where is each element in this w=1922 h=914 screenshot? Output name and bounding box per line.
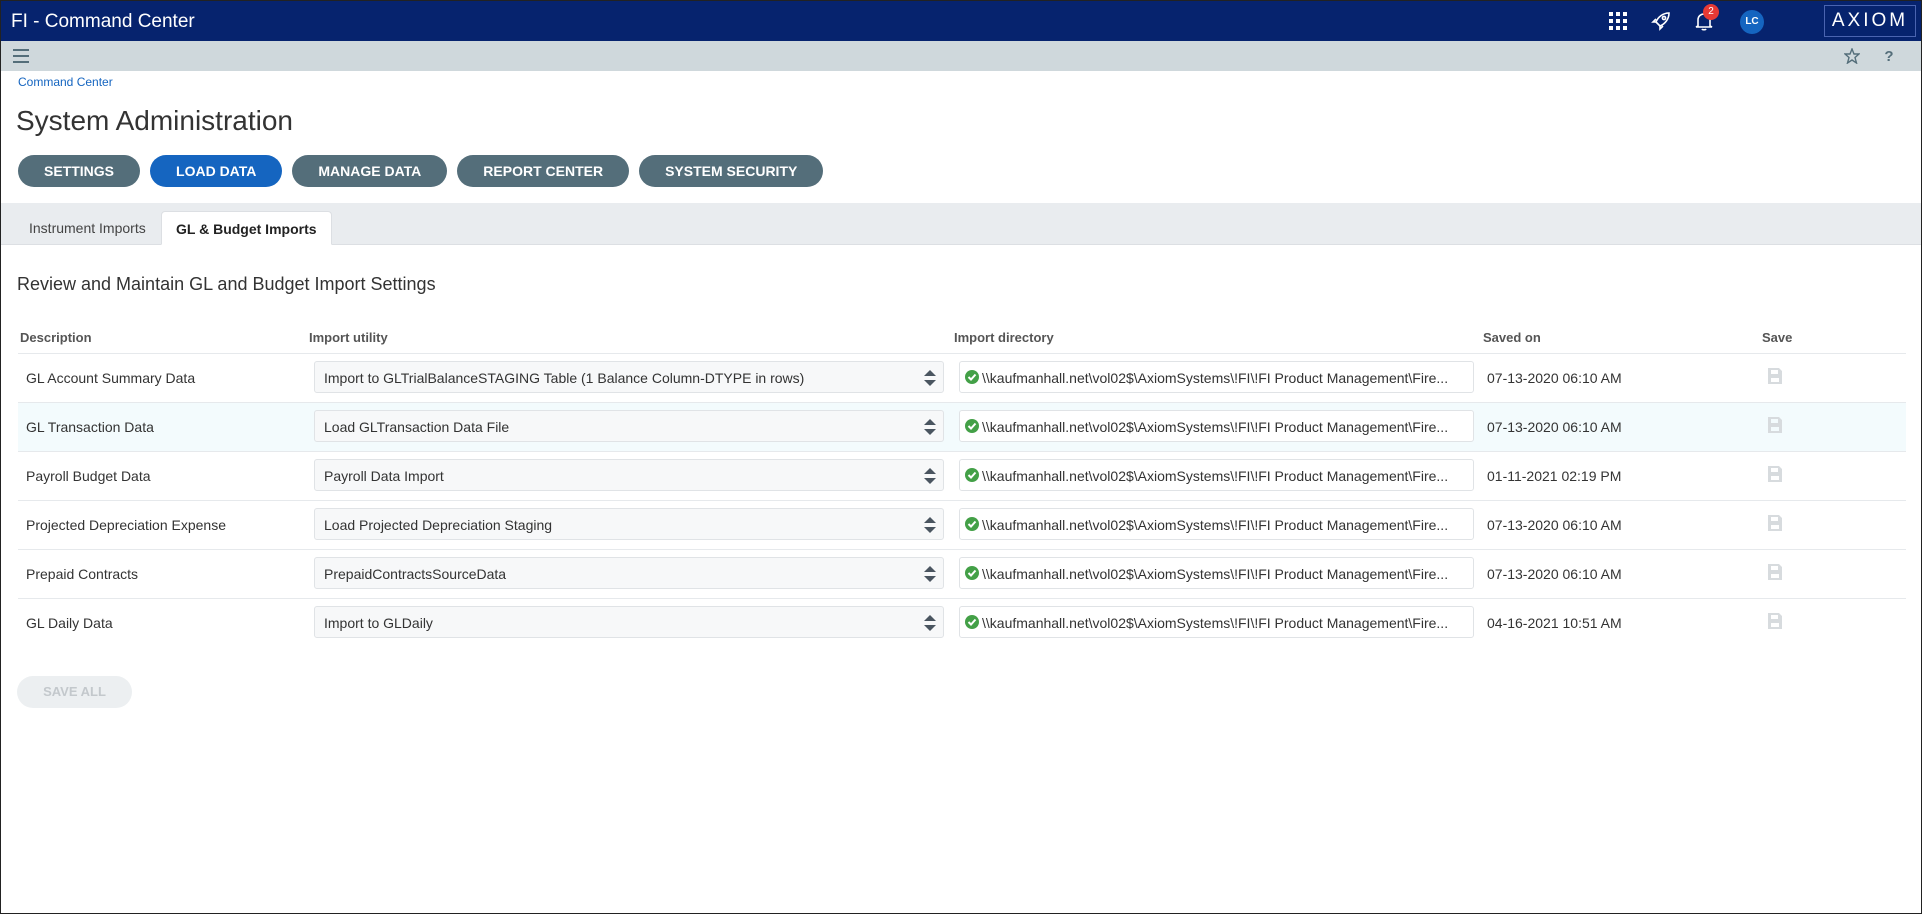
sort-arrows-icon [924,566,936,582]
section-nav: SETTINGS LOAD DATA MANAGE DATA REPORT CE… [18,155,824,187]
import-utility-select[interactable]: Import to GLTrialBalanceSTAGING Table (1… [314,361,944,393]
import-utility-value: Import to GLTrialBalanceSTAGING Table (1… [324,370,805,386]
save-icon[interactable] [1768,564,1782,580]
apps-grid-icon[interactable] [1607,10,1629,32]
table-row: GL Daily Data Import to GLDaily \\kaufma… [18,598,1906,647]
row-description: Projected Depreciation Expense [26,517,227,533]
table-row: Payroll Budget Data Payroll Data Import … [18,451,1906,500]
row-description: Prepaid Contracts [26,566,139,582]
import-utility-value: Load Projected Depreciation Staging [324,517,553,533]
check-circle-icon [965,468,979,482]
rocket-icon[interactable] [1650,10,1672,32]
page-title: System Administration [16,105,293,136]
sort-arrows-icon [924,615,936,631]
check-circle-icon [965,517,979,531]
import-utility-select[interactable]: Import to GLDaily [314,606,944,638]
import-directory-value: \\kaufmanhall.net\vol02$\AxiomSystems\!F… [982,615,1449,631]
notification-badge: 2 [1703,4,1719,20]
import-settings-table: Description Import utility Import direct… [18,325,1906,647]
import-directory-field[interactable]: \\kaufmanhall.net\vol02$\AxiomSystems\!F… [959,410,1474,442]
import-utility-select[interactable]: Load GLTransaction Data File [314,410,944,442]
row-description: GL Daily Data [26,615,113,631]
import-utility-value: Load GLTransaction Data File [324,419,510,435]
save-icon[interactable] [1768,466,1782,482]
import-directory-value: \\kaufmanhall.net\vol02$\AxiomSystems\!F… [982,370,1449,386]
import-directory-value: \\kaufmanhall.net\vol02$\AxiomSystems\!F… [982,517,1449,533]
section-title: Review and Maintain GL and Budget Import… [17,274,436,294]
import-directory-value: \\kaufmanhall.net\vol02$\AxiomSystems\!F… [982,468,1449,484]
saved-on-value: 01-11-2021 02:19 PM [1487,468,1622,484]
top-bar: FI - Command Center 2 LC AXIOM [1,1,1921,41]
import-directory-field[interactable]: \\kaufmanhall.net\vol02$\AxiomSystems\!F… [959,361,1474,393]
saved-on-value: 07-13-2020 06:10 AM [1487,566,1622,582]
sort-arrows-icon [924,468,936,484]
app-title: FI - Command Center [11,11,195,32]
header-import-utility: Import utility [309,330,388,345]
header-description: Description [20,330,92,345]
tab-gl-budget-imports[interactable]: GL & Budget Imports [161,211,332,245]
saved-on-value: 07-13-2020 06:10 AM [1487,517,1622,533]
import-directory-value: \\kaufmanhall.net\vol02$\AxiomSystems\!F… [982,566,1449,582]
import-directory-value: \\kaufmanhall.net\vol02$\AxiomSystems\!F… [982,419,1449,435]
import-utility-select[interactable]: Payroll Data Import [314,459,944,491]
star-icon[interactable] [1842,46,1862,66]
header-save: Save [1762,330,1793,345]
import-utility-select[interactable]: Load Projected Depreciation Staging [314,508,944,540]
sort-arrows-icon [924,419,936,435]
check-circle-icon [965,566,979,580]
row-description: Payroll Budget Data [26,468,151,484]
manage-data-button[interactable]: MANAGE DATA [292,155,448,187]
import-utility-select[interactable]: PrepaidContractsSourceData [314,557,944,589]
check-circle-icon [965,419,979,433]
saved-on-value: 07-13-2020 06:10 AM [1487,419,1622,435]
table-row: Projected Depreciation Expense Load Proj… [18,500,1906,549]
saved-on-value: 07-13-2020 06:10 AM [1487,370,1622,386]
tab-bar: Instrument Imports GL & Budget Imports [1,203,1921,245]
import-utility-value: Payroll Data Import [324,468,444,484]
table-row: Prepaid Contracts PrepaidContractsSource… [18,549,1906,598]
save-icon[interactable] [1768,417,1782,433]
tab-instrument-imports[interactable]: Instrument Imports [15,211,160,245]
row-description: GL Transaction Data [26,419,154,435]
table-row: GL Transaction Data Load GLTransaction D… [18,402,1906,451]
save-icon[interactable] [1768,515,1782,531]
menu-icon[interactable] [11,46,31,66]
report-center-button[interactable]: REPORT CENTER [457,155,630,187]
help-icon[interactable]: ? [1879,46,1899,66]
sub-toolbar: ? [1,41,1921,71]
import-utility-value: Import to GLDaily [324,615,433,631]
import-directory-field[interactable]: \\kaufmanhall.net\vol02$\AxiomSystems\!F… [959,459,1474,491]
avatar[interactable]: LC [1740,10,1764,34]
import-directory-field[interactable]: \\kaufmanhall.net\vol02$\AxiomSystems\!F… [959,508,1474,540]
row-description: GL Account Summary Data [26,370,196,386]
check-circle-icon [965,615,979,629]
sort-arrows-icon [924,370,936,386]
import-utility-value: PrepaidContractsSourceData [324,566,507,582]
import-directory-field[interactable]: \\kaufmanhall.net\vol02$\AxiomSystems\!F… [959,557,1474,589]
save-icon[interactable] [1768,613,1782,629]
check-circle-icon [965,370,979,384]
system-security-button[interactable]: SYSTEM SECURITY [639,155,824,187]
header-saved-on: Saved on [1483,330,1541,345]
sort-arrows-icon [924,517,936,533]
table-row: GL Account Summary Data Import to GLTria… [18,353,1906,402]
settings-button[interactable]: SETTINGS [18,155,141,187]
axiom-logo: AXIOM [1824,5,1916,37]
load-data-button[interactable]: LOAD DATA [150,155,283,187]
save-icon[interactable] [1768,368,1782,384]
save-all-button[interactable]: SAVE ALL [17,676,132,708]
breadcrumb[interactable]: Command Center [18,75,113,89]
header-import-directory: Import directory [954,330,1054,345]
table-header: Description Import utility Import direct… [18,325,1906,353]
saved-on-value: 04-16-2021 10:51 AM [1487,615,1622,631]
import-directory-field[interactable]: \\kaufmanhall.net\vol02$\AxiomSystems\!F… [959,606,1474,638]
